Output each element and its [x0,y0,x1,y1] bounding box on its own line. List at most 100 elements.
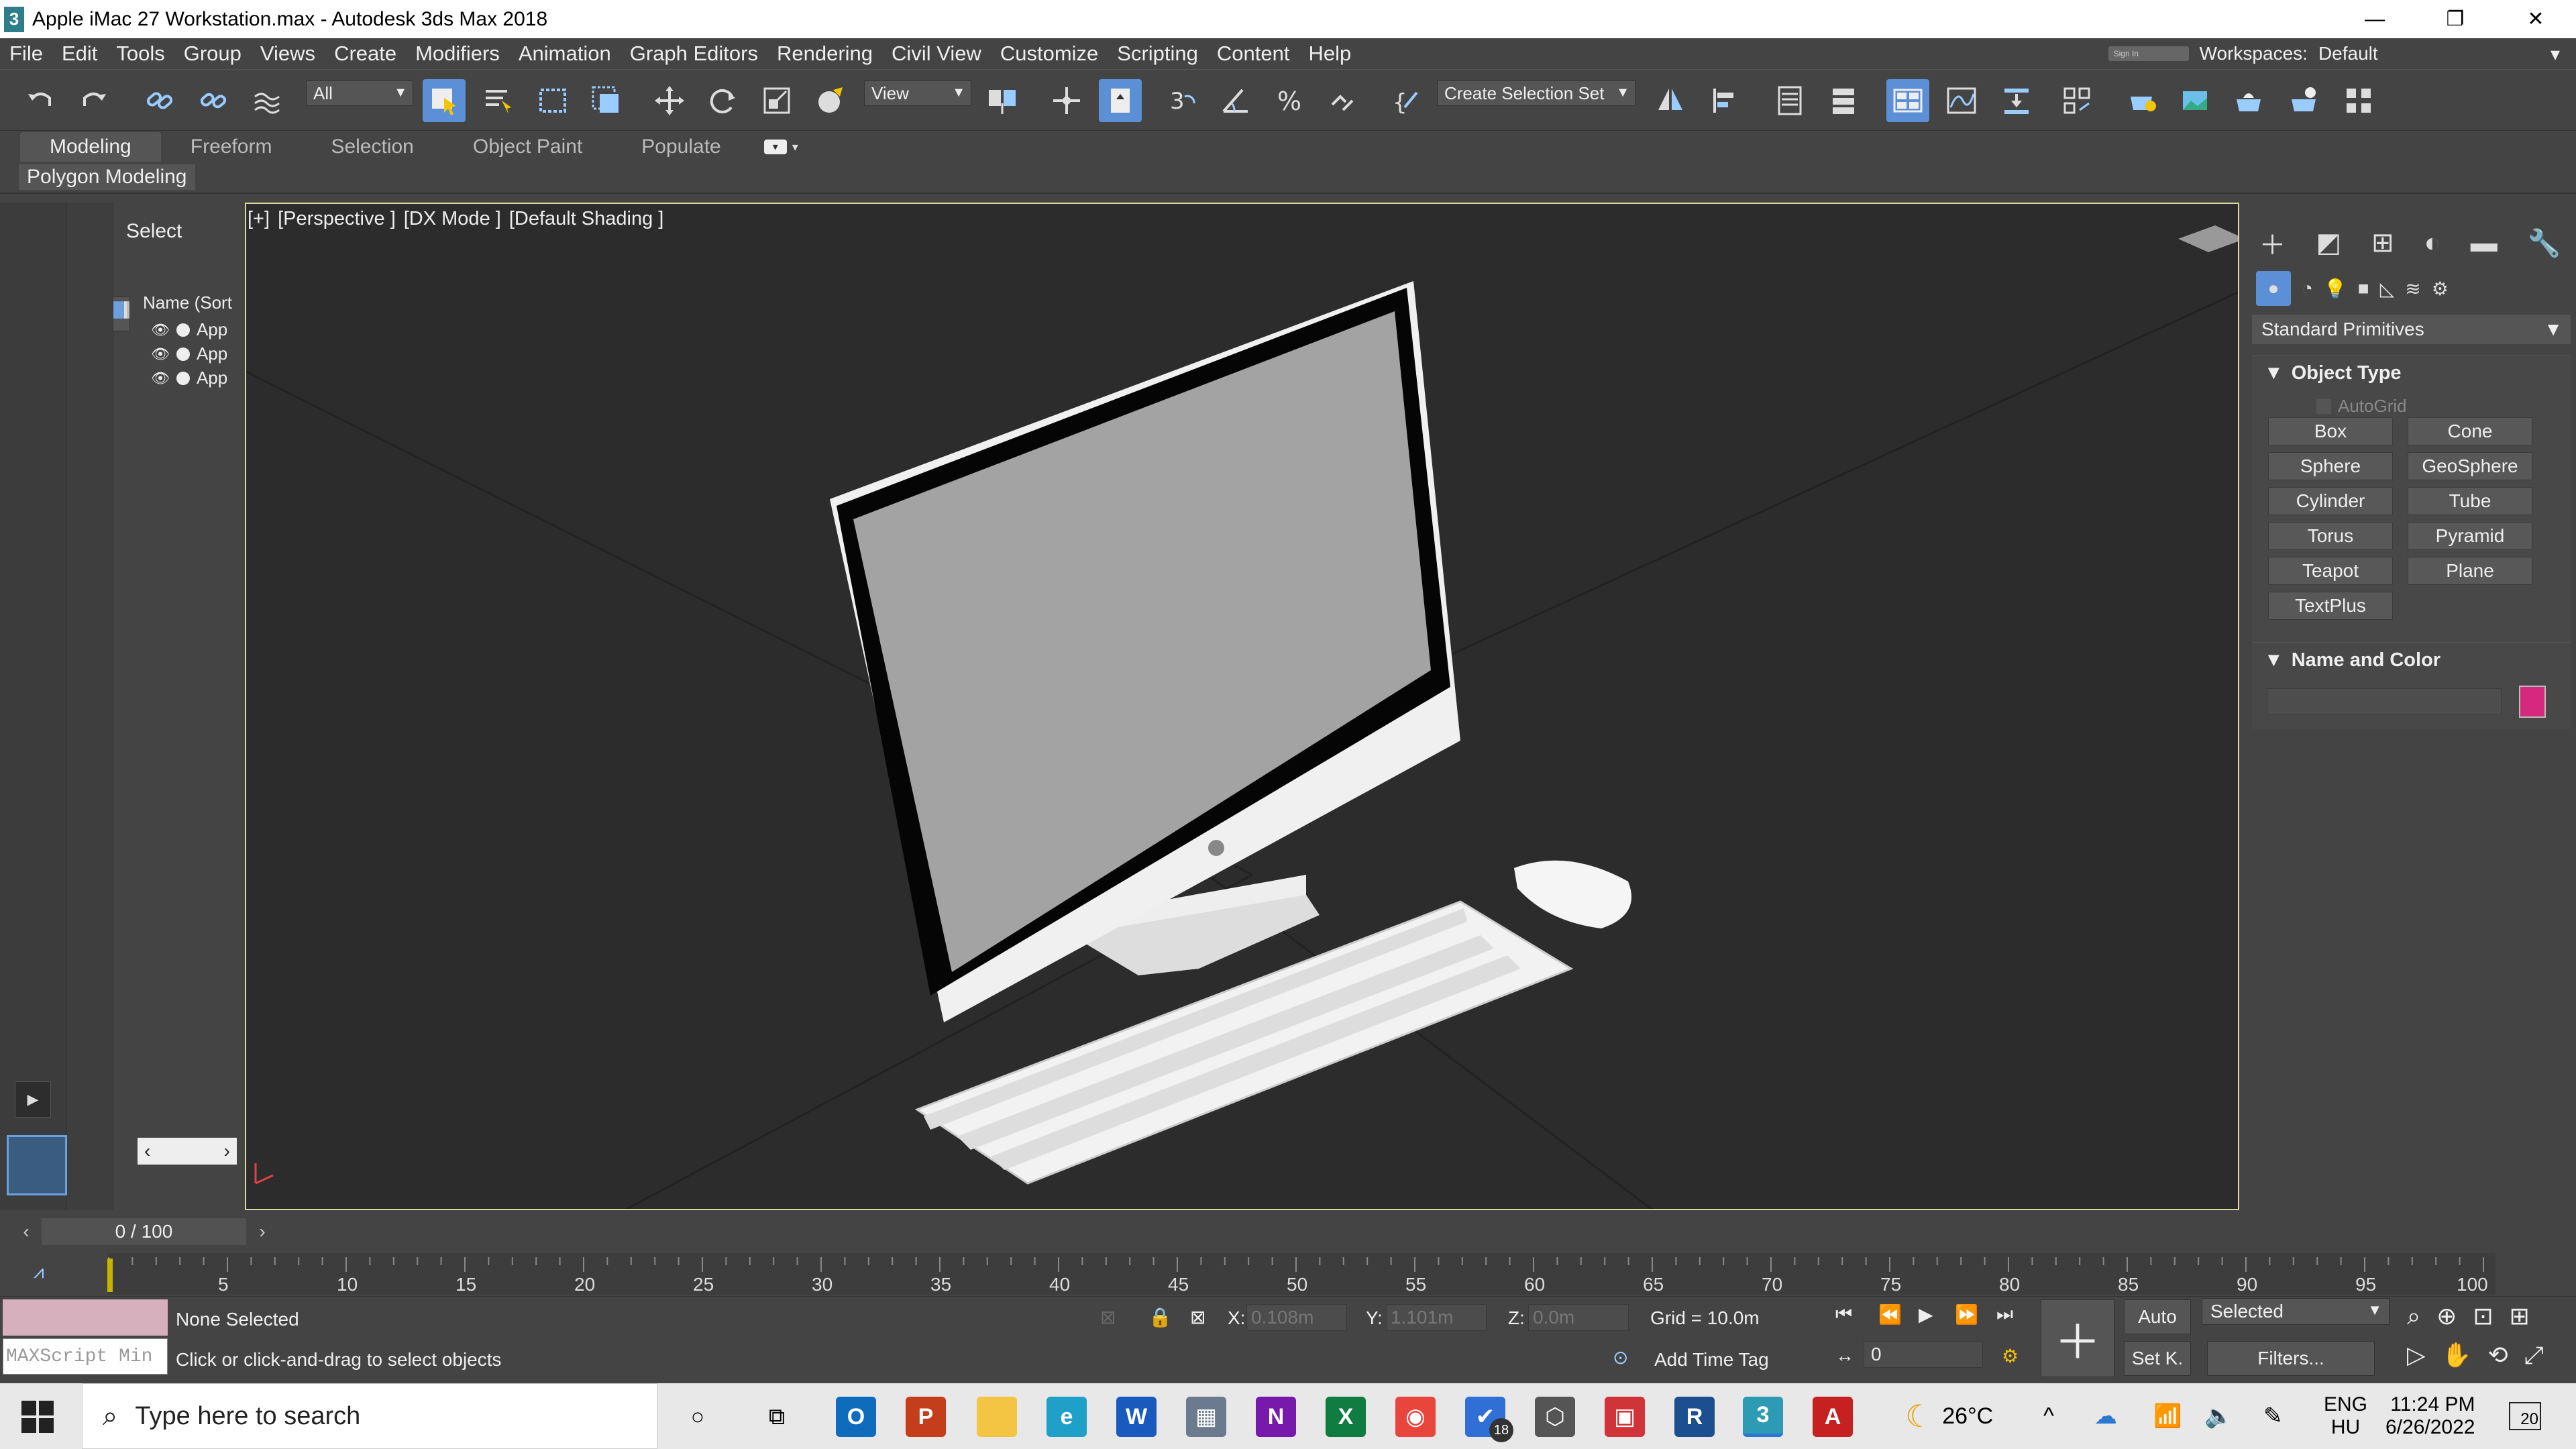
list-item[interactable]: 👁 App [151,368,227,388]
next-key-icon[interactable]: ⏩ [1955,1303,1978,1326]
show-hidden-icons[interactable]: ^ [2043,1383,2054,1449]
material-editor-icon[interactable] [2055,79,2098,122]
current-frame-field[interactable]: 0 [1864,1341,1983,1368]
previous-frame-icon[interactable]: ‹ [13,1218,39,1245]
helpers-icon[interactable]: ◺ [2380,278,2395,300]
current-frame-marker[interactable] [107,1258,113,1292]
chevron-down-icon[interactable]: ▾ [792,140,798,154]
sign-in-button[interactable]: Sign In [2108,46,2189,61]
rendered-frame-window-icon[interactable] [2174,79,2216,122]
systems-icon[interactable]: ⚙ [2432,278,2449,300]
tab-modeling[interactable]: Modeling [20,132,161,162]
expand-panel-icon[interactable]: ▶ [15,1081,51,1118]
torus-button[interactable]: Torus [2268,522,2393,550]
unlink-icon[interactable] [192,79,235,122]
curve-editor-icon[interactable] [1940,79,1983,122]
shapes-icon[interactable]: ◔ [2302,278,2313,299]
space-warps-icon[interactable]: ≋ [2405,278,2420,300]
maxscript-listener-input[interactable]: MAXScript Min [3,1338,168,1375]
edge-icon[interactable]: e [1046,1397,1087,1437]
explorer-horizontal-scrollbar[interactable]: ‹ › [138,1138,237,1165]
clock[interactable]: 11:24 PM 6/26/2022 [2385,1383,2475,1449]
name-column-header[interactable]: Name (Sort [143,292,232,313]
set-key-icon[interactable]: ＋ [2041,1299,2114,1377]
orbit-icon[interactable]: ⟲ [2488,1341,2508,1370]
task-view-icon[interactable]: ⧉ [757,1397,797,1437]
bind-space-warp-icon[interactable] [246,79,288,122]
percent-snap-icon[interactable]: % [1268,79,1311,122]
geosphere-button[interactable]: GeoSphere [2408,452,2532,480]
tab-selection[interactable]: Selection [301,132,443,162]
menu-help[interactable]: Help [1299,42,1360,66]
track-bar[interactable]: ⩘ 5 10 15 20 25 30 35 40 45 50 55 60 65 70 75 80 85 90 95 1… [0,1253,2576,1295]
viewport-layout-tab[interactable] [7,1135,67,1195]
word-icon[interactable]: W [1116,1397,1157,1437]
add-time-tag-button[interactable]: Add Time Tag [1654,1349,1769,1371]
menu-create[interactable]: Create [325,42,406,66]
ribbon-options-icon[interactable]: ▾ [763,140,787,154]
eye-icon[interactable]: 👁 [151,321,170,339]
menu-group[interactable]: Group [174,42,251,66]
menu-animation[interactable]: Animation [509,42,621,66]
pyramid-button[interactable]: Pyramid [2408,522,2532,550]
z-coordinate-field[interactable]: 0.0m [1528,1304,1629,1331]
align-icon[interactable] [1703,79,1746,122]
viewport-mode-menu[interactable]: [DX Mode ] [404,208,501,229]
eye-icon[interactable]: 👁 [151,345,170,363]
tab-populate[interactable]: Populate [612,132,750,162]
perspective-viewport[interactable]: [+] [Perspective ] [DX Mode ] [Default Shad… [245,203,2239,1210]
menu-file[interactable]: File [0,42,52,66]
security-app-icon[interactable]: ▣ [1605,1397,1645,1437]
tab-object-paint[interactable]: Object Paint [443,132,612,162]
time-tag-icon[interactable]: ⊙ [1613,1346,1628,1368]
onedrive-icon[interactable]: ☁ [2094,1383,2117,1449]
time-slider-thumb[interactable]: 0 / 100 [42,1218,246,1245]
maxscript-output[interactable] [3,1299,168,1336]
angle-snap-icon[interactable] [1214,79,1257,122]
calculator-icon[interactable]: ▦ [1186,1397,1226,1437]
select-object-icon[interactable] [423,79,466,122]
sphere-button[interactable]: Sphere [2268,452,2393,480]
key-filters-button[interactable]: Filters... [2207,1341,2375,1376]
network-icon[interactable]: 📶 [2153,1383,2182,1449]
reference-coordinate-dropdown[interactable]: View ▼ [864,80,971,106]
explorer-select-label[interactable]: Select [126,220,182,243]
pivot-point-icon[interactable] [981,79,1024,122]
notification-center-icon[interactable]: 20 [2509,1383,2541,1449]
scale-icon[interactable] [755,79,798,122]
menu-rendering[interactable]: Rendering [767,42,882,66]
eye-icon[interactable]: 👁 [151,370,170,387]
minimize-button[interactable]: — [2334,0,2415,38]
teapot-button[interactable]: Teapot [2268,557,2393,585]
menu-modifiers[interactable]: Modifiers [406,42,509,66]
menu-tools[interactable]: Tools [107,42,174,66]
name-and-color-header[interactable]: ▼ Name and Color [2252,643,2571,678]
undo-icon[interactable] [19,79,62,122]
rotate-icon[interactable] [702,79,745,122]
schematic-view-icon[interactable] [1995,79,2038,122]
isolate-selection-icon[interactable]: ⊠ [1100,1306,1116,1328]
hierarchy-tab-icon[interactable]: ⊞ [2371,227,2394,258]
keyboard-shortcut-override-icon[interactable] [1099,79,1142,122]
auto-key-button[interactable]: Auto [2124,1299,2191,1334]
polygon-modeling-panel[interactable]: Polygon Modeling [19,164,195,190]
redo-icon[interactable] [72,79,115,122]
3ds-max-icon[interactable]: 3 [1743,1397,1783,1437]
spinner-snap-icon[interactable] [1322,79,1364,122]
curve-editor-mini-icon[interactable]: ⩘ [34,1261,44,1283]
key-filter-dropdown[interactable]: Selected ▼ [2202,1298,2390,1325]
file-explorer-icon[interactable] [977,1397,1017,1437]
revit-icon[interactable]: R [1674,1397,1715,1437]
object-type-header[interactable]: ▼ Object Type [2252,356,2571,390]
zoom-extents-all-icon[interactable]: ⊞ [2510,1302,2530,1331]
snaps-toggle-icon[interactable]: 3 [1161,79,1203,122]
link-icon[interactable] [138,79,181,122]
select-by-name-icon[interactable] [478,79,521,122]
autogrid-box[interactable] [2316,398,2331,414]
viewport-plus-menu[interactable]: [+] [248,208,270,229]
toggle-ribbon-icon[interactable] [1886,79,1929,122]
onenote-icon[interactable]: N [1256,1397,1296,1437]
select-and-manipulate-icon[interactable] [1045,79,1088,122]
cortana-icon[interactable]: ○ [678,1397,718,1437]
language-indicator[interactable]: ENG HU [2324,1383,2367,1449]
